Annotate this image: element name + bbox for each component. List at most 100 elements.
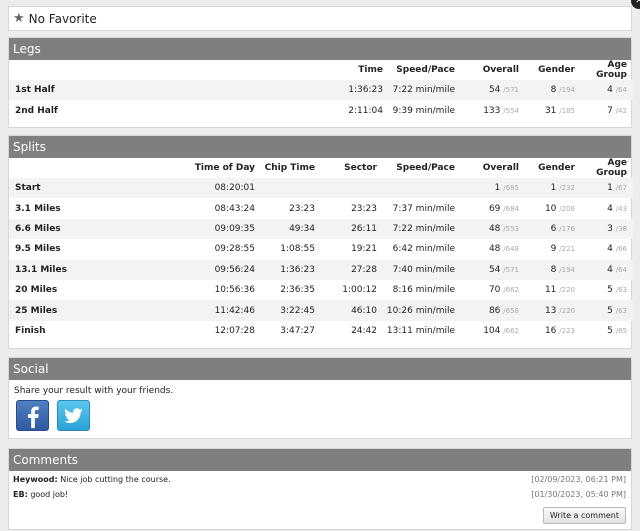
split-label: Start xyxy=(9,178,119,199)
gender-rank-value: 6 xyxy=(550,223,557,234)
age-rank-total: /65 xyxy=(615,326,627,335)
split-label: 25 Miles xyxy=(9,300,119,321)
chip-time: 2:36:35 xyxy=(280,285,315,296)
col-header: Overall xyxy=(482,163,519,173)
age-rank-value: 4 xyxy=(607,85,613,96)
age-rank: 5 /65 xyxy=(581,321,633,341)
col-header: Chip Time xyxy=(264,163,315,173)
time-of-day: 12:07:28 xyxy=(214,325,255,336)
overall-rank-value: 69 xyxy=(488,203,501,214)
gender-rank-total: /223 xyxy=(559,326,575,335)
comment-text: good job! xyxy=(30,490,69,499)
gender-rank-total: /194 xyxy=(559,86,575,95)
section-title-splits: Splits xyxy=(9,136,631,158)
time-of-day: 08:20:01 xyxy=(119,178,261,199)
time-of-day: 08:43:24 xyxy=(214,203,255,214)
overall-rank-total: /684 xyxy=(503,204,519,213)
gender-rank: 8 /194 xyxy=(525,80,581,101)
table-row: 6.6 Miles 09:09:35 49:34 26:11 7:22 min/mile… xyxy=(9,218,633,240)
gender-rank-total: /220 xyxy=(559,306,575,315)
col-header: Gender xyxy=(538,163,575,173)
col-header: Overall xyxy=(482,65,519,75)
chip-time: 3:47:27 xyxy=(280,325,315,336)
overall-rank-value: 86 xyxy=(488,305,501,316)
split-pace: 7:22 min/mile xyxy=(383,218,461,240)
age-rank: 1 /67 xyxy=(581,178,633,199)
age-rank: 7 /42 xyxy=(581,100,633,120)
overall-rank: 104 /662 xyxy=(461,321,525,341)
overall-rank: 1 /685 xyxy=(461,178,525,199)
col-header: Speed/Pace xyxy=(396,163,455,173)
overall-rank-total: /554 xyxy=(503,106,519,115)
comment-item: Heywood: Nice job cutting the course. [0… xyxy=(9,472,631,487)
comment-author: Heywood: xyxy=(13,475,58,484)
favorite-label: No Favorite xyxy=(28,11,97,26)
leg-label: 2nd Half xyxy=(15,105,58,116)
gender-rank-total: /176 xyxy=(559,224,575,233)
gender-rank-value: 8 xyxy=(550,264,557,275)
twitter-share-button[interactable] xyxy=(57,400,90,431)
overall-rank-total: /685 xyxy=(503,184,519,193)
gender-rank: 16 /223 xyxy=(525,321,581,341)
table-row: 3.1 Miles 08:43:24 23:23 23:23 7:37 min/mile… xyxy=(9,198,633,218)
age-rank: 4 /64 xyxy=(581,259,633,280)
overall-rank-value: 104 xyxy=(483,325,501,336)
split-label: 20 Miles xyxy=(15,285,58,296)
age-rank: 5 /63 xyxy=(581,300,633,321)
gender-rank-total: /194 xyxy=(559,265,575,274)
sector-time xyxy=(321,178,383,199)
sector-time: 24:42 xyxy=(351,325,377,336)
comment-author: EB: xyxy=(13,490,28,499)
col-header: Sector xyxy=(344,163,377,173)
split-pace: 8:16 min/mile xyxy=(392,285,455,296)
share-text: Share your result with your friends. xyxy=(14,386,174,396)
close-icon[interactable]: ✕ xyxy=(631,0,640,9)
favorite-toggle[interactable]: ★ No Favorite xyxy=(8,6,632,31)
legs-table: Time Speed/Pace Overall Gender Age Group… xyxy=(9,60,633,121)
table-row: 13.1 Miles 09:56:24 1:36:23 27:28 7:40 min/m… xyxy=(9,259,633,280)
overall-rank-total: /658 xyxy=(503,306,519,315)
overall-rank: 48 /553 xyxy=(461,218,525,240)
col-header: Time xyxy=(358,65,383,75)
age-rank-total: /66 xyxy=(615,245,627,254)
overall-rank: 54 /571 xyxy=(461,80,525,101)
age-rank-value: 4 xyxy=(607,264,613,275)
chip-time xyxy=(261,178,321,199)
overall-rank-value: 1 xyxy=(494,183,501,194)
comment-item: EB: good job! [01/30/2023, 05:40 PM] xyxy=(9,487,631,502)
chip-time: 1:36:23 xyxy=(261,259,321,280)
gender-rank-value: 11 xyxy=(544,285,557,296)
overall-rank-value: 133 xyxy=(483,105,501,116)
comment-text: Nice job cutting the course. xyxy=(60,475,171,484)
age-rank: 3 /38 xyxy=(581,218,633,240)
sector-time: 19:21 xyxy=(351,244,377,255)
age-rank-total: /67 xyxy=(615,184,627,193)
gender-rank: 1 /232 xyxy=(525,178,581,199)
gender-rank-total: /221 xyxy=(559,245,575,254)
gender-rank-value: 31 xyxy=(544,105,557,116)
overall-rank-value: 54 xyxy=(488,85,501,96)
table-row: 20 Miles 10:56:36 2:36:35 1:00:12 8:16 min/m… xyxy=(9,280,633,300)
split-label: 6.6 Miles xyxy=(9,218,119,240)
overall-rank: 70 /662 xyxy=(461,280,525,300)
gender-rank-value: 9 xyxy=(550,244,557,255)
comments-section: Comments Heywood: Nice job cutting the c… xyxy=(8,448,632,530)
gender-rank-value: 16 xyxy=(544,325,557,336)
col-header: Speed/Pace xyxy=(396,65,455,75)
age-rank-total: /64 xyxy=(615,86,627,95)
star-icon: ★ xyxy=(13,11,25,26)
gender-rank: 9 /221 xyxy=(525,239,581,259)
write-comment-button[interactable]: Write a comment xyxy=(542,507,626,524)
gender-rank: 31 /185 xyxy=(525,100,581,120)
gender-rank-value: 8 xyxy=(550,85,557,96)
overall-rank: 48 /648 xyxy=(461,239,525,259)
facebook-share-button[interactable] xyxy=(16,400,49,431)
col-header: Time of Day xyxy=(194,163,255,173)
split-pace: 7:37 min/mile xyxy=(392,203,455,214)
split-pace xyxy=(383,178,461,199)
age-rank-total: /63 xyxy=(615,306,627,315)
gender-rank-total: /220 xyxy=(559,286,575,295)
age-rank-value: 5 xyxy=(607,285,613,296)
leg-time: 1:36:23 xyxy=(229,80,389,101)
table-row: 9.5 Miles 09:28:55 1:08:55 19:21 6:42 min/mi… xyxy=(9,239,633,259)
